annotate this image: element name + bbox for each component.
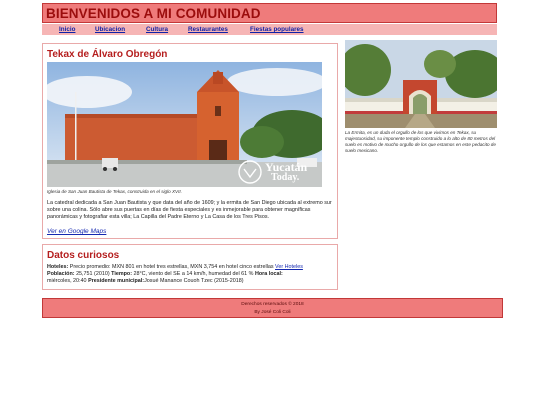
facts-title: Datos curiosos [47,250,120,261]
main-nav: Inicio Ubicacion Cultura Restaurantes Fi… [42,24,497,35]
mayor-label: Presidente municipal: [88,277,145,284]
footer-author: By José Coli Coli [254,310,291,315]
article-title: Tekax de Álvaro Obregón [47,49,168,60]
site-footer: Derechos reservados © 2018 By José Coli … [42,298,503,318]
google-maps-link[interactable]: Ver en Google Maps [47,228,106,235]
facts-panel: Datos curiosos Hoteles: Precio promedio:… [42,244,338,290]
side-panel: La Ermita, es un duda el orgullo de los … [345,40,497,160]
hotels-text: Precio promedio: MXN 801 en hotel tres e… [69,264,274,270]
church-photo: Yucatán Today. [47,62,322,187]
nav-item-ubicacion[interactable]: Ubicacion [95,24,125,35]
mayor-text: Josué Manance Couoh Tzec (2015-2018) [144,277,244,284]
local-time-text: miércoles, 20:40 [47,277,87,284]
nav-item-restaurantes[interactable]: Restaurantes [188,24,228,35]
site-title: BIENVENIDOS A MI COMUNIDAD [46,6,261,21]
nav-item-inicio[interactable]: Inicio [59,24,75,35]
local-time-label: Hora local: [254,270,283,277]
watermark-suffix: Today. [271,172,300,183]
nav-item-fiestas-populares[interactable]: Fiestas populares [250,24,304,35]
article-description: La catedral dedicada a San Juan Bautista… [47,200,332,220]
footer-rights: Derechos reservados © 2018 [241,302,304,307]
population-text: 25,751 (2010) [76,270,110,277]
weather-text: 28°C, viento del SE a 14 km/h, humedad d… [133,270,254,277]
article-panel: Tekax de Álvaro Obregón Yucatán Today. I… [42,43,338,239]
hotels-link[interactable]: Ver Hoteles [275,264,303,270]
ermita-caption: La Ermita, es un duda el orgullo de los … [345,130,496,153]
facts-content: Hoteles: Precio promedio: MXN 801 en hot… [47,264,335,284]
population-label: Población: [47,270,75,277]
photo-caption: Iglesia de San Juan Bautista de Tekax, c… [47,189,182,194]
nav-item-cultura[interactable]: Cultura [146,24,168,35]
ermita-photo [345,40,497,128]
site-header: BIENVENIDOS A MI COMUNIDAD [42,3,497,23]
weather-label: Tiempo: [111,270,133,277]
hotels-label: Hoteles: [47,264,69,270]
